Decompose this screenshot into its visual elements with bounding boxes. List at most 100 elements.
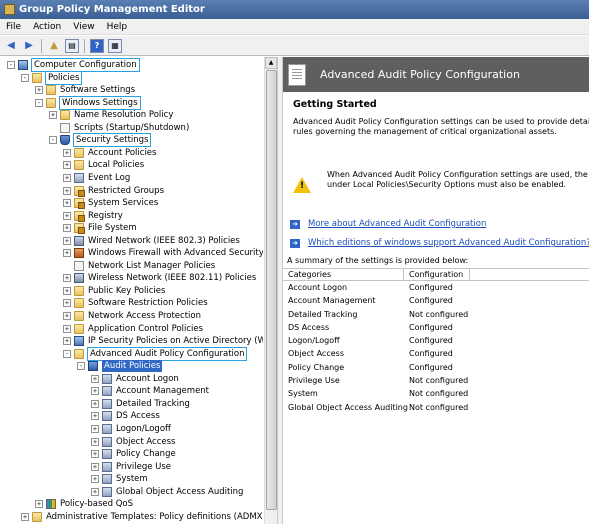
column-header-categories[interactable]: Categories [283,269,404,280]
up-folder-icon[interactable]: ▲ [47,39,61,53]
expand-icon[interactable]: + [35,86,43,95]
tree-node[interactable]: + Name Resolution Policy [49,109,173,121]
expand-icon[interactable]: + [91,462,99,471]
tree-node-label[interactable]: Detailed Tracking [116,398,190,410]
tree-node[interactable]: - Audit Policies [77,360,163,373]
table-row[interactable]: Detailed Tracking Not configured [283,308,589,321]
tree-node-label[interactable]: Account Management [116,385,209,397]
tree-node[interactable]: + Global Object Access Auditing [91,486,243,498]
tree-node-label[interactable]: Application Control Policies [88,323,203,335]
expand-icon[interactable]: + [49,111,57,120]
expand-icon[interactable]: + [91,399,99,408]
expand-icon[interactable]: + [91,437,99,446]
tree-node-label[interactable]: Account Policies [88,147,156,159]
tree-node[interactable]: + Restricted Groups [63,185,164,197]
tree-node[interactable]: + Network Access Protection [63,310,201,322]
tree-node-label[interactable]: Windows Firewall with Advanced Security [88,247,263,259]
tree-node[interactable]: + Windows Firewall with Advanced Security [63,247,263,259]
tree-node[interactable]: + Logon/Logoff [91,423,171,435]
expand-icon[interactable]: + [91,374,99,383]
tree-node-label[interactable]: Registry [88,210,123,222]
tree-node[interactable]: + Account Management [91,385,209,397]
expand-icon[interactable]: + [63,148,71,157]
tree-node[interactable]: - Security Settings [49,133,152,148]
tree-node-label[interactable]: Software Settings [60,84,135,96]
expand-icon[interactable]: + [91,424,99,433]
show-hide-tree-icon[interactable]: ▤ [65,38,79,53]
tree-node-label[interactable]: Wired Network (IEEE 802.3) Policies [88,235,240,247]
table-row[interactable]: Policy Change Configured [283,361,589,374]
expand-icon[interactable]: + [63,236,71,245]
expand-icon[interactable]: + [63,173,71,182]
menu-help[interactable]: Help [107,22,128,32]
tree-node-label[interactable]: Administrative Templates: Policy definit… [46,511,263,523]
tree-node[interactable]: + Account Policies [63,147,156,159]
back-arrow-icon[interactable]: ◀ [4,39,18,53]
tree-node-label[interactable]: IP Security Policies on Active Directory… [88,335,263,347]
tree-node-label[interactable]: Name Resolution Policy [74,109,173,121]
expand-icon[interactable]: + [91,487,99,496]
collapse-icon[interactable]: - [7,61,15,69]
tree-node-label[interactable]: Policy Change [116,448,176,460]
tree-node-label[interactable]: Global Object Access Auditing [116,486,243,498]
collapse-icon[interactable]: - [35,98,43,107]
tree-node[interactable]: + Administrative Templates: Policy defini… [21,511,263,523]
table-row[interactable]: Account Management Configured [283,294,589,307]
tree-node[interactable]: + Privilege Use [91,461,171,473]
tree-node[interactable]: + Policy Change [91,448,176,460]
table-row[interactable]: Object Access Configured [283,347,589,360]
tree-node-label[interactable]: Audit Policies [102,360,163,373]
collapse-icon[interactable]: - [21,73,29,82]
expand-icon[interactable]: + [63,274,71,283]
tree-node[interactable]: + Wired Network (IEEE 802.3) Policies [63,235,240,247]
expand-icon[interactable]: + [91,475,99,484]
tree-node-label[interactable]: Wireless Network (IEEE 802.11) Policies [88,272,256,284]
expand-icon[interactable]: + [63,199,71,208]
expand-icon[interactable]: + [63,286,71,295]
tree-node[interactable]: + Policy-based QoS [35,498,133,510]
tree-node-label[interactable]: Security Settings [72,133,152,148]
link-which-editions[interactable]: ➜ Which editions of windows support Adva… [290,238,589,248]
tree-node[interactable]: + Event Log [63,172,130,184]
table-row[interactable]: Global Object Access Auditing Not configu… [283,401,589,414]
tree-node[interactable]: - Windows Settings [35,95,141,110]
link-text[interactable]: More about Advanced Audit Configuration [308,219,486,229]
tree-node-label[interactable]: System [116,473,148,485]
tree-node-label[interactable]: File System [88,222,137,234]
expand-icon[interactable]: + [91,387,99,396]
help-icon[interactable]: ? [90,38,104,53]
expand-icon[interactable]: + [63,299,71,308]
table-row[interactable]: System Not configured [283,387,589,400]
tree-node-label[interactable]: Software Restriction Policies [88,297,208,309]
tree-node[interactable]: + Public Key Policies [63,285,165,297]
table-row[interactable]: Logon/Logoff Configured [283,334,589,347]
collapse-icon[interactable]: - [77,362,85,371]
tree-node-label[interactable]: Account Logon [116,373,179,385]
expand-icon[interactable]: + [91,412,99,421]
properties-icon[interactable]: ▦ [108,38,122,53]
expand-icon[interactable]: + [63,324,71,333]
tree-node-label[interactable]: DS Access [116,410,160,422]
tree-node[interactable]: - Computer Configuration [7,58,140,72]
tree-node[interactable]: + System [91,473,148,485]
expand-icon[interactable]: + [21,512,29,521]
tree-node-label[interactable]: Privilege Use [116,461,171,473]
tree-node[interactable]: + Account Logon [91,373,179,385]
tree-node[interactable]: + Detailed Tracking [91,398,190,410]
table-row[interactable]: Account Logon Configured [283,281,589,294]
column-header-configuration[interactable]: Configuration [404,269,470,280]
expand-icon[interactable]: + [63,224,71,233]
expand-icon[interactable]: + [91,450,99,459]
tree-node[interactable]: + IP Security Policies on Active Director… [63,335,263,347]
tree-node-label[interactable]: Network List Manager Policies [88,260,215,272]
tree-node[interactable]: + System Services [63,197,158,210]
expand-icon[interactable]: + [63,211,71,220]
menu-view[interactable]: View [73,22,94,32]
tree-node-label[interactable]: System Services [88,197,158,209]
tree-node-label[interactable]: Restricted Groups [88,185,164,197]
tree-node-label[interactable]: Network Access Protection [88,310,201,322]
tree-node[interactable]: Network List Manager Policies [63,260,215,272]
tree-node-label[interactable]: Logon/Logoff [116,423,171,435]
tree-node-label[interactable]: Computer Configuration [31,58,140,72]
forward-arrow-icon[interactable]: ▶ [22,39,36,53]
